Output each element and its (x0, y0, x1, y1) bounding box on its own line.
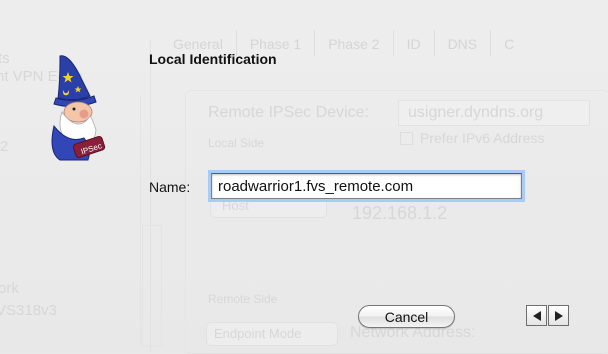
name-label: Name: (149, 179, 191, 195)
previous-button[interactable] (526, 305, 547, 326)
left-arrow-icon (532, 310, 541, 321)
local-identification-sheet: IPSec Local Identification Name: Cancel (0, 0, 608, 352)
cancel-button[interactable]: Cancel (358, 305, 455, 328)
dialog-title: Local Identification (149, 51, 277, 67)
next-button[interactable] (548, 305, 569, 326)
ipsec-wizard-icon: IPSec (51, 55, 106, 161)
name-input[interactable] (211, 173, 522, 199)
right-arrow-icon (554, 310, 563, 321)
